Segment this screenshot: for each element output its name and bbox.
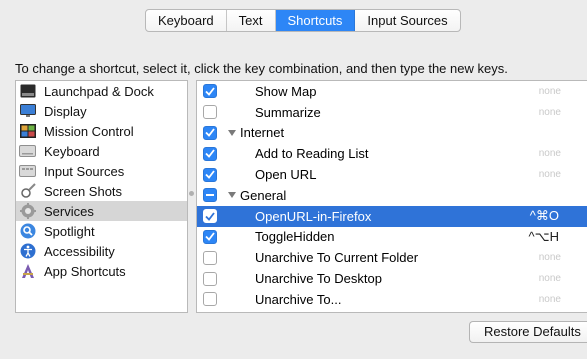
- enable-checkbox[interactable]: [203, 209, 217, 224]
- shortcut-label: Unarchive To...: [255, 291, 342, 307]
- app-shortcuts-icon: [19, 263, 36, 280]
- instruction-text: To change a shortcut, select it, click t…: [15, 61, 508, 76]
- split-divider: [187, 80, 188, 313]
- shortcut-label: Unarchive To Current Folder: [255, 250, 419, 266]
- gear-icon: [19, 203, 36, 220]
- enable-checkbox[interactable]: [203, 292, 217, 307]
- shortcut-row[interactable]: Open URL none: [197, 164, 587, 185]
- sidebar-item-display[interactable]: Display: [16, 101, 187, 121]
- sidebar-item-label: Accessibility: [44, 243, 115, 259]
- display-icon: [19, 103, 36, 120]
- sidebar-item-label: Input Sources: [44, 163, 125, 179]
- sidebar-item-accessibility[interactable]: Accessibility: [16, 241, 187, 261]
- shortcut-key[interactable]: ^⌘O: [530, 208, 559, 224]
- sidebar-item-mission-control[interactable]: Mission Control: [16, 121, 187, 141]
- enable-checkbox[interactable]: [203, 167, 217, 182]
- shortcut-label: ToggleHidden: [255, 229, 335, 245]
- sidebar-item-launchpad-dock[interactable]: Launchpad & Dock: [16, 81, 187, 101]
- shortcut-row[interactable]: Unarchive To Desktop none: [197, 268, 587, 289]
- sidebar-item-label: Mission Control: [44, 123, 134, 139]
- shortcut-key[interactable]: ^⌥H: [529, 229, 559, 245]
- shortcut-label: Unarchive To Desktop: [255, 271, 382, 287]
- shortcut-key[interactable]: none: [539, 252, 561, 263]
- shortcut-label: General: [240, 187, 287, 203]
- enable-checkbox[interactable]: [203, 229, 217, 244]
- shortcut-row[interactable]: OpenURL-in-Firefox ^⌘O: [197, 205, 587, 227]
- tab-keyboard[interactable]: Keyboard: [146, 10, 227, 31]
- tab-input-sources[interactable]: Input Sources: [355, 10, 459, 31]
- sidebar-item-services[interactable]: Services: [16, 201, 187, 221]
- sidebar-item-label: Keyboard: [44, 143, 100, 159]
- screenshots-icon: [19, 183, 36, 200]
- shortcut-label: Open URL: [255, 167, 317, 183]
- shortcut-label: Summarize: [255, 104, 321, 120]
- launchpad-dock-icon: [19, 83, 36, 100]
- tab-bar: Keyboard Text Shortcuts Input Sources: [145, 9, 461, 32]
- shortcut-category-row[interactable]: Internet: [197, 123, 587, 144]
- enable-checkbox[interactable]: [203, 84, 217, 99]
- shortcut-label: Show Map: [255, 83, 317, 99]
- shortcut-row[interactable]: Add to Reading List none: [197, 143, 587, 164]
- shortcut-key[interactable]: none: [539, 273, 561, 284]
- sidebar-item-label: Services: [44, 203, 94, 219]
- sidebar-item-label: Screen Shots: [44, 183, 123, 199]
- enable-checkbox[interactable]: [203, 146, 217, 161]
- enable-checkbox[interactable]: [203, 271, 217, 286]
- accessibility-icon: [19, 243, 36, 260]
- sidebar-item-keyboard[interactable]: Keyboard: [16, 141, 187, 161]
- shortcut-label: Add to Reading List: [255, 146, 369, 162]
- shortcut-label: Internet: [240, 125, 285, 141]
- enable-checkbox[interactable]: [203, 125, 217, 140]
- shortcut-key[interactable]: none: [539, 86, 561, 97]
- sidebar-item-app-shortcuts[interactable]: App Shortcuts: [16, 261, 187, 281]
- sidebar-item-spotlight[interactable]: Spotlight: [16, 221, 187, 241]
- shortcut-row[interactable]: Show Map none: [197, 81, 587, 102]
- split-handle[interactable]: [189, 191, 194, 196]
- shortcut-label: OpenURL-in-Firefox: [255, 208, 372, 224]
- mission-control-icon: [19, 123, 36, 140]
- shortcut-key[interactable]: none: [539, 107, 561, 118]
- shortcut-key[interactable]: none: [539, 148, 561, 159]
- shortcut-key[interactable]: none: [539, 294, 561, 305]
- disclosure-triangle-icon[interactable]: [228, 192, 236, 199]
- mixed-checkbox[interactable]: [203, 188, 217, 203]
- shortcut-category-list: Launchpad & Dock Display Mission Control Ke…: [15, 80, 187, 313]
- sidebar-item-label: Display: [44, 103, 87, 119]
- shortcut-row[interactable]: ToggleHidden ^⌥H: [197, 227, 587, 248]
- sidebar-item-label: Launchpad & Dock: [44, 83, 154, 99]
- shortcut-row[interactable]: Unarchive To... none: [197, 289, 587, 310]
- shortcut-key[interactable]: none: [539, 169, 561, 180]
- shortcut-category-row[interactable]: General: [197, 185, 587, 206]
- spotlight-icon: [19, 223, 36, 240]
- shortcut-row[interactable]: Unarchive To Current Folder none: [197, 247, 587, 268]
- tab-shortcuts[interactable]: Shortcuts: [275, 10, 356, 31]
- enable-checkbox[interactable]: [203, 250, 217, 265]
- keyboard-icon: [19, 143, 36, 160]
- enable-checkbox[interactable]: [203, 105, 217, 120]
- shortcut-row[interactable]: Summarize none: [197, 102, 587, 123]
- sidebar-item-label: App Shortcuts: [44, 263, 126, 279]
- sidebar-item-input-sources[interactable]: Input Sources: [16, 161, 187, 181]
- tab-text[interactable]: Text: [227, 10, 276, 31]
- restore-defaults-button[interactable]: Restore Defaults: [469, 321, 587, 343]
- shortcut-list: Show Map none Summarize none Internet Add to …: [196, 80, 587, 313]
- disclosure-triangle-icon[interactable]: [228, 129, 236, 136]
- input-sources-icon: [19, 163, 36, 180]
- sidebar-item-screen-shots[interactable]: Screen Shots: [16, 181, 187, 201]
- sidebar-item-label: Spotlight: [44, 223, 95, 239]
